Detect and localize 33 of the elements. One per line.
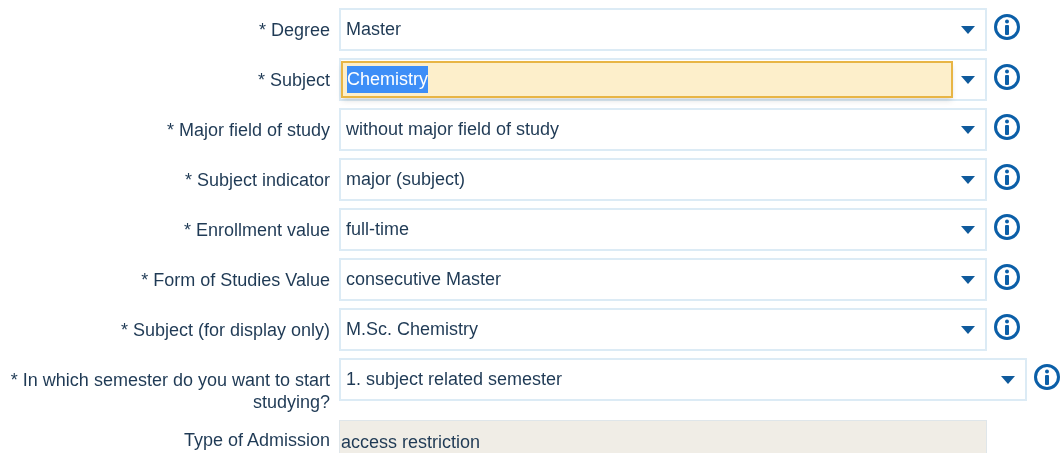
caret-icon (961, 125, 975, 134)
field-label: * Enrollment value (182, 219, 331, 241)
info-icon[interactable] (993, 63, 1021, 91)
field-label: * Subject (256, 69, 331, 91)
info-icon[interactable] (993, 13, 1021, 41)
caret-icon (961, 225, 975, 234)
info-icon[interactable] (993, 213, 1021, 241)
info-icon[interactable] (993, 263, 1021, 291)
caret-icon (961, 75, 975, 84)
caret-icon (961, 175, 975, 184)
field-label: * Degree (257, 19, 331, 41)
dropdown-field[interactable]: full-time (339, 208, 987, 251)
info-icon[interactable] (993, 163, 1021, 191)
info-icon[interactable] (993, 313, 1021, 341)
field-label: * Subject (for display only) (119, 319, 331, 341)
dropdown-field[interactable]: major (subject) (339, 158, 987, 201)
caret-icon (961, 275, 975, 284)
field-label: * In which semester do you want to start studying? (9, 369, 331, 413)
field-label: * Subject indicator (183, 169, 331, 191)
dropdown-field[interactable]: M.Sc. Chemistry (339, 308, 987, 351)
field-label: * Major field of study (165, 119, 331, 141)
field-label: Type of Admission (182, 429, 331, 451)
caret-icon (961, 25, 975, 34)
dropdown-field[interactable]: without major field of study (339, 108, 987, 151)
dropdown-field[interactable]: 1. subject related semester (339, 358, 1027, 401)
readonly-field: access restriction (339, 420, 987, 453)
caret-icon (961, 325, 975, 334)
info-icon[interactable] (1033, 363, 1061, 391)
dropdown-field[interactable]: Master (339, 8, 987, 51)
caret-icon (1001, 375, 1015, 384)
info-icon[interactable] (993, 113, 1021, 141)
field-label: * Form of Studies Value (140, 269, 331, 291)
dropdown-field[interactable]: consecutive Master (339, 258, 987, 301)
